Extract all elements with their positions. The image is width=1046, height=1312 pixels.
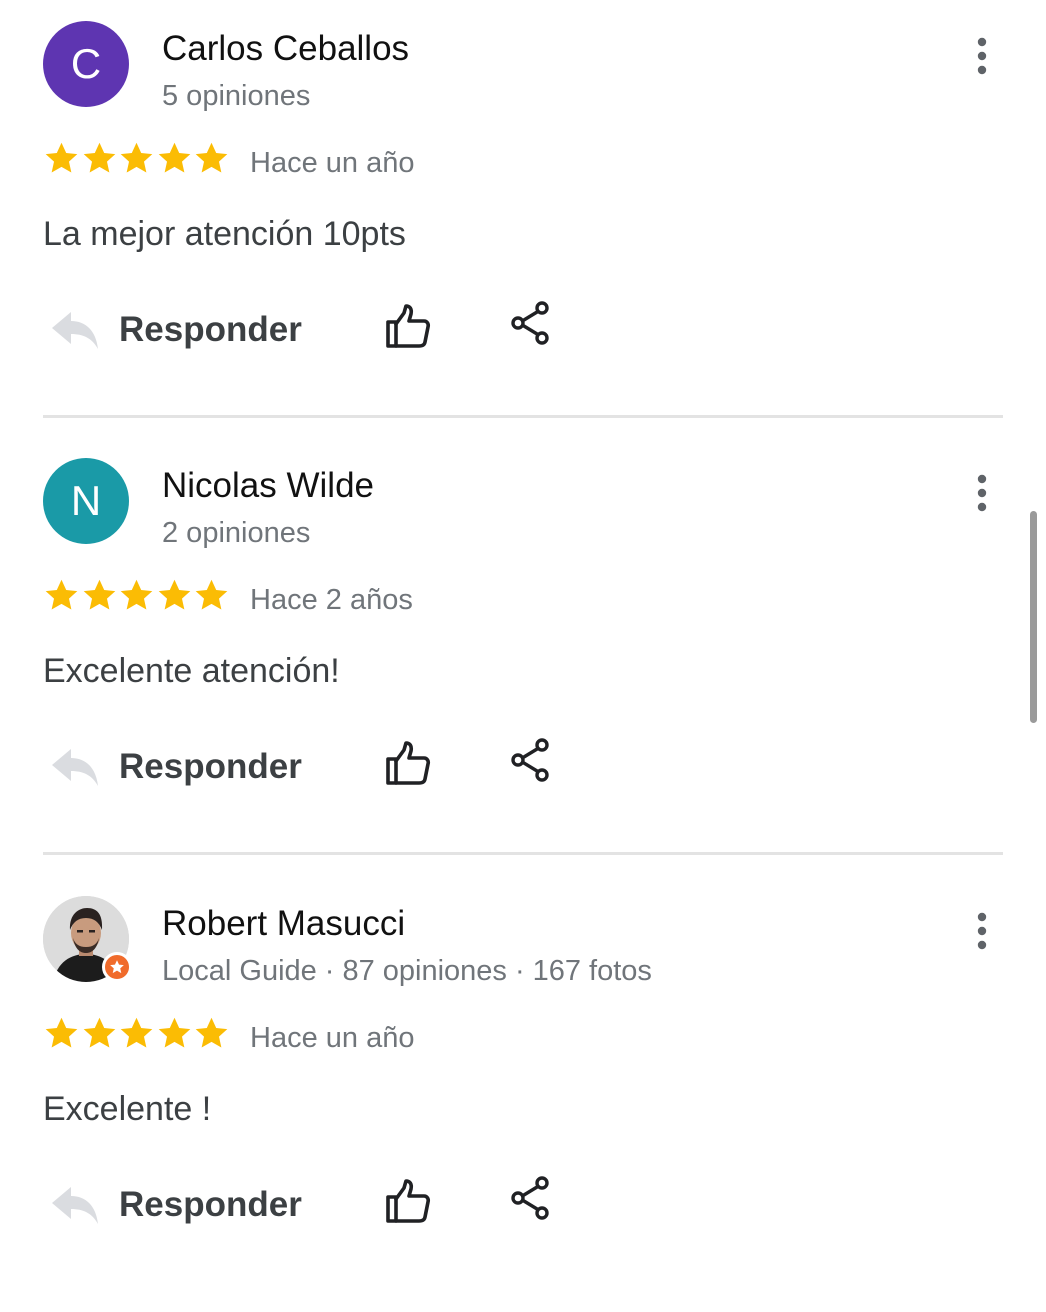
reviewer-name[interactable]: Carlos Ceballos [162,29,409,69]
star-icon [156,1015,193,1052]
meta-separator: · [324,955,335,987]
star-rating [43,1015,231,1055]
share-icon[interactable] [509,1175,553,1221]
review-text: La mejor atención 10pts [43,215,406,253]
reply-icon[interactable] [50,1182,100,1228]
star-icon [43,140,80,177]
review-card: C Carlos Ceballos 5 opiniones Hace un añ… [0,0,1046,437]
meta-separator: · [514,955,525,987]
review-time: Hace 2 años [250,584,413,616]
reviewer-name[interactable]: Nicolas Wilde [162,466,374,506]
reply-button[interactable]: Responder [119,309,302,351]
star-icon [193,1015,230,1052]
more-options-icon[interactable] [966,911,998,951]
reply-button[interactable]: Responder [119,1184,302,1226]
review-card: N Nicolas Wilde 2 opiniones Hace 2 años … [0,437,1046,874]
avatar-letter: N [70,477,102,524]
reply-icon[interactable] [50,307,100,353]
local-guide-badge-icon [102,952,132,982]
review-text: Excelente ! [43,1090,212,1128]
divider [43,415,1003,418]
review-text: Excelente atención! [43,652,340,690]
share-icon[interactable] [509,300,553,346]
thumbs-up-icon[interactable] [384,303,432,351]
star-icon [118,140,155,177]
star-icon [81,140,118,177]
review-card: Robert Masucci Local Guide · 87 opiniones ·… [0,875,1046,1312]
star-icon [81,577,118,614]
reviewer-name[interactable]: Robert Masucci [162,904,405,944]
star-rating [43,140,231,180]
star-icon [43,577,80,614]
star-rating [43,577,231,617]
avatar[interactable]: C [43,21,129,107]
reviewer-meta: 2 opiniones [162,517,311,549]
share-icon[interactable] [509,737,553,783]
star-icon [43,1015,80,1052]
star-icon [156,577,193,614]
star-icon [193,577,230,614]
more-options-icon[interactable] [966,473,998,513]
thumbs-up-icon[interactable] [384,740,432,788]
avatar-photo[interactable] [43,896,132,982]
star-icon [156,140,193,177]
star-icon [193,140,230,177]
reply-button[interactable]: Responder [119,746,302,788]
avatar[interactable]: N [43,458,129,544]
reviewer-meta: Local Guide · 87 opiniones · 167 fotos [162,953,652,989]
star-icon [81,1015,118,1052]
star-icon [118,1015,155,1052]
thumbs-up-icon[interactable] [384,1178,432,1226]
more-options-icon[interactable] [966,36,998,76]
star-icon [118,577,155,614]
scrollbar[interactable] [1030,511,1037,723]
review-time: Hace un año [250,147,415,179]
photo-count: 167 fotos [532,955,652,987]
reply-icon[interactable] [50,744,100,790]
reviewer-meta: 5 opiniones [162,80,311,112]
review-time: Hace un año [250,1022,415,1054]
avatar-letter: C [70,40,102,87]
local-guide-label: Local Guide [162,955,317,987]
review-count: 87 opiniones [342,955,507,987]
divider [43,852,1003,855]
